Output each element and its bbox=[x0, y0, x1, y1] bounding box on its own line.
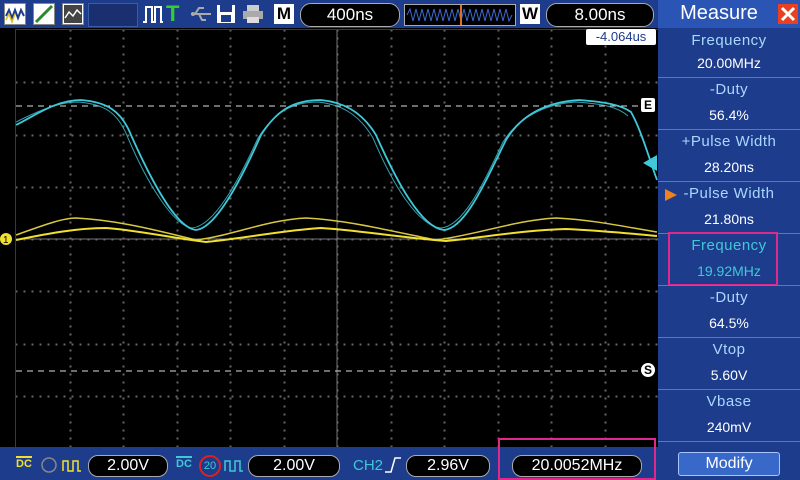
printer-icon[interactable] bbox=[242, 4, 264, 29]
ch2-bw-limit: 20 bbox=[199, 455, 221, 477]
measure-value-8: 240mV bbox=[706, 419, 752, 435]
measure-title: Measure bbox=[680, 2, 758, 24]
s-marker: S bbox=[641, 363, 655, 377]
rising-edge-icon bbox=[384, 456, 402, 479]
measure-label-6: -Duty bbox=[709, 289, 749, 306]
save-icon[interactable] bbox=[216, 4, 236, 29]
frequency-highlight bbox=[668, 232, 778, 286]
trigger-level-display[interactable]: 2.96V bbox=[406, 455, 490, 477]
measure-label-4: -Pulse Width bbox=[683, 185, 775, 202]
measure-value-2: 56.4% bbox=[709, 107, 749, 123]
pulse-icon bbox=[142, 4, 164, 29]
usb-icon bbox=[190, 5, 212, 28]
ch1-invert-icon bbox=[62, 457, 82, 478]
modify-button[interactable]: Modify bbox=[678, 452, 780, 476]
ch1-ground-marker: 1 bbox=[0, 232, 14, 251]
e-marker: E bbox=[641, 98, 655, 112]
timebase-display[interactable]: 400ns bbox=[300, 3, 400, 27]
measure-label-7: Vtop bbox=[712, 341, 746, 358]
measure-value-7: 5.60V bbox=[710, 367, 748, 383]
measure-label-8: Vbase bbox=[706, 393, 752, 410]
screen-icon[interactable] bbox=[62, 3, 84, 25]
measure-label-3: +Pulse Width bbox=[681, 133, 777, 150]
trigger-source: CH2 bbox=[353, 457, 384, 474]
separator bbox=[658, 441, 800, 442]
ch1-bw-icon bbox=[40, 457, 58, 478]
trigger-level-marker bbox=[641, 155, 657, 176]
window-timebase-display[interactable]: 8.00ns bbox=[546, 3, 654, 27]
ch2-volts-display[interactable]: 2.00V bbox=[248, 455, 340, 477]
memory-position-bar[interactable] bbox=[404, 4, 516, 26]
ch1-volts-display[interactable]: 2.00V bbox=[88, 455, 168, 477]
measure-value-6: 64.5% bbox=[709, 315, 749, 331]
main-timebase-label: M bbox=[274, 4, 294, 24]
trigger-icon: T bbox=[166, 1, 180, 26]
waveform-icon[interactable] bbox=[4, 3, 26, 25]
menu-area bbox=[88, 3, 138, 27]
ch2-coupling: DC bbox=[176, 456, 192, 470]
measure-value-1: 20.00MHz bbox=[697, 55, 761, 71]
separator bbox=[658, 129, 800, 130]
separator bbox=[658, 389, 800, 390]
measure-value-4: 21.80ns bbox=[704, 211, 754, 227]
measure-value-3: 28.20ns bbox=[704, 159, 754, 175]
svg-text:1: 1 bbox=[3, 235, 9, 246]
measure-label-2: -Duty bbox=[709, 81, 749, 98]
separator bbox=[658, 77, 800, 78]
measure-label-1: Frequency bbox=[691, 32, 767, 49]
close-icon[interactable] bbox=[778, 4, 798, 24]
ch1-coupling: DC bbox=[16, 456, 32, 470]
separator bbox=[658, 181, 800, 182]
trigger-delay-readout: -4.064us bbox=[586, 29, 656, 45]
ch2-invert-icon bbox=[224, 457, 244, 478]
counter-highlight bbox=[498, 438, 656, 480]
separator bbox=[658, 285, 800, 286]
window-timebase-label: W bbox=[520, 4, 540, 24]
waveform-display bbox=[15, 29, 659, 449]
ramp-icon[interactable] bbox=[33, 3, 55, 25]
separator bbox=[658, 337, 800, 338]
